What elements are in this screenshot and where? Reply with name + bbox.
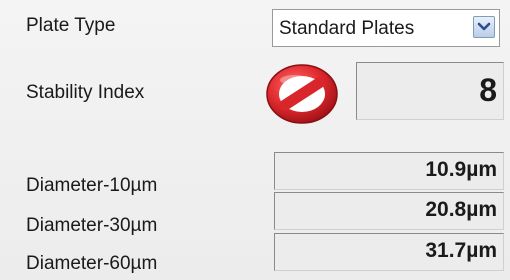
diameter-60-label: Diameter-60µm [26,253,158,274]
chevron-down-icon [477,22,491,31]
plate-type-selected: Standard Plates [279,18,415,39]
plate-settings-panel: Plate Type Standard Plates Stability Ind… [0,0,510,280]
dropdown-arrow-button[interactable] [473,16,495,38]
diameter-30-value: 20.8µm [274,192,504,230]
no-entry-icon [266,64,338,124]
plate-type-label: Plate Type [26,15,116,36]
diameter-30-label: Diameter-30µm [26,215,158,236]
stability-index-label: Stability Index [26,82,145,103]
diameter-10-label: Diameter-10µm [26,175,158,196]
stability-index-value: 8 [356,62,504,120]
diameter-60-value: 31.7µm [274,233,504,271]
plate-type-dropdown[interactable]: Standard Plates [272,9,500,47]
diameter-10-value: 10.9µm [274,152,504,190]
